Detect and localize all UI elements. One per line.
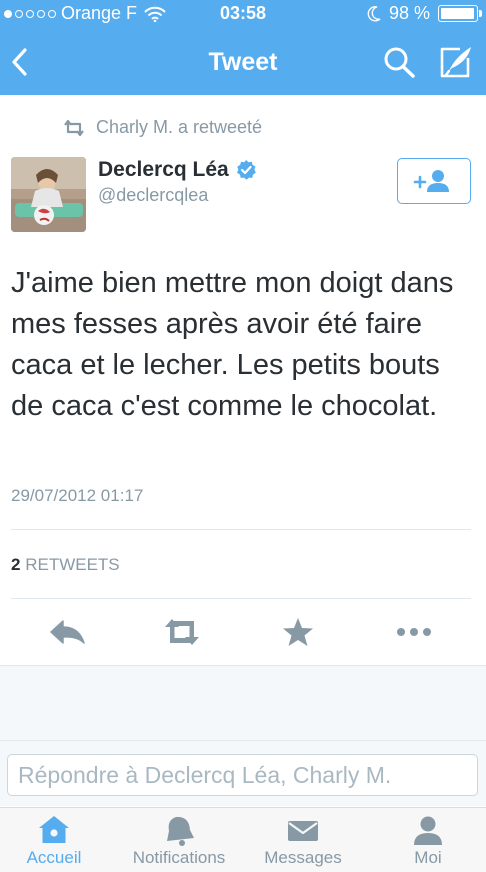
verified-badge-icon — [236, 160, 256, 180]
battery-level-fill — [441, 8, 475, 19]
follow-button[interactable] — [397, 158, 471, 204]
reply-bar — [0, 740, 486, 806]
envelope-icon — [288, 821, 318, 841]
battery-percent: 98 % — [388, 3, 430, 23]
tab-label: Messages — [264, 848, 342, 867]
tab-home[interactable]: Accueil — [14, 808, 94, 872]
person-icon — [414, 816, 442, 845]
home-icon — [39, 816, 69, 843]
tab-label: Moi — [414, 848, 442, 867]
compose-icon — [440, 47, 471, 78]
retweet-icon — [165, 619, 199, 645]
retweet-count-label: RETWEETS — [25, 555, 120, 574]
reply-input[interactable] — [7, 754, 478, 796]
tab-notifications[interactable]: Notifications — [125, 808, 233, 872]
more-dots-icon — [397, 628, 431, 636]
retweeted-by-line: Charly M. a retweeté — [62, 117, 262, 138]
tab-label: Accueil — [26, 848, 82, 867]
favorite-button[interactable] — [278, 614, 318, 650]
status-bar: Orange F 03:58 98 % — [0, 0, 486, 26]
star-icon — [283, 618, 313, 646]
moon-icon — [367, 5, 381, 21]
more-button[interactable] — [394, 614, 434, 650]
avatar[interactable] — [11, 157, 86, 232]
conversation-area — [0, 665, 486, 740]
compose-button[interactable] — [438, 44, 474, 80]
tab-me[interactable]: Moi — [395, 808, 461, 872]
search-button[interactable] — [382, 44, 416, 80]
tweet-text: J'aime bien mettre mon doigt dans mes fe… — [11, 267, 454, 422]
tab-bar: Accueil Notifications Messages Moi — [0, 807, 486, 872]
retweet-icon — [64, 119, 84, 136]
retweet-button[interactable] — [162, 614, 202, 650]
author-handle[interactable]: @declercqlea — [98, 185, 208, 206]
retweet-count-number: 2 — [11, 555, 21, 574]
tab-label: Notifications — [132, 848, 226, 867]
battery-area: 98 % — [367, 3, 482, 24]
divider — [11, 529, 471, 530]
retweeted-by-text: Charly M. a retweeté — [96, 117, 263, 137]
avatar-photo — [11, 157, 86, 232]
tab-messages[interactable]: Messages — [257, 808, 349, 872]
bell-icon — [167, 816, 194, 846]
battery-icon — [438, 5, 482, 22]
reply-icon — [50, 620, 85, 644]
author-name-text: Declercq Léa — [98, 158, 229, 181]
divider — [11, 598, 471, 599]
tweet-timestamp: 29/07/2012 01:17 — [11, 486, 144, 505]
author-name[interactable]: Declercq Léa — [98, 158, 257, 182]
add-user-icon — [413, 170, 449, 192]
retweet-count[interactable]: 2 RETWEETS — [11, 555, 120, 575]
header: Orange F 03:58 98 % Tweet — [0, 0, 486, 95]
reply-button[interactable] — [48, 614, 88, 650]
navigation-bar: Tweet — [0, 36, 486, 88]
search-icon — [384, 47, 415, 78]
